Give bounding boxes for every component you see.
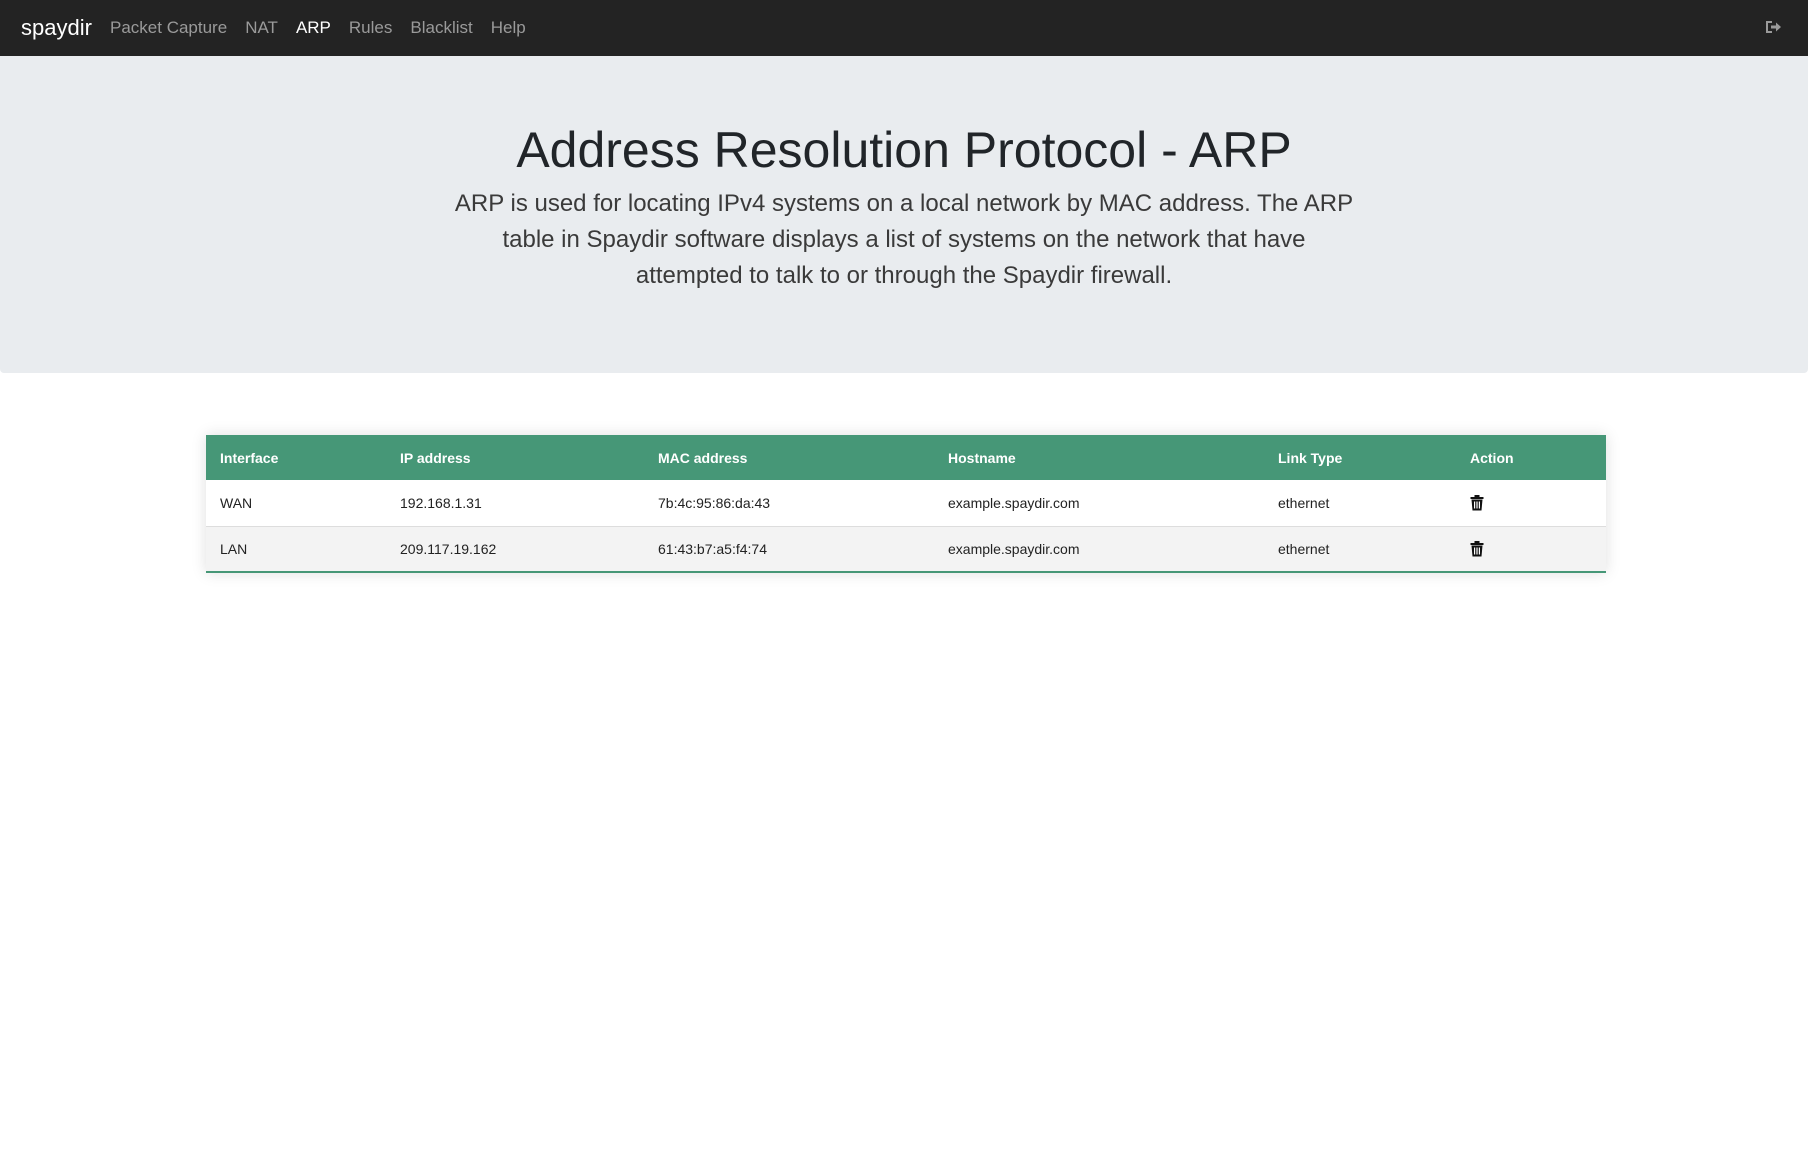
cell-link-type: ethernet <box>1278 540 1330 557</box>
nav-arp[interactable]: ARP <box>287 0 340 56</box>
cell-mac-address: 61:43:b7:a5:f4:74 <box>658 540 767 557</box>
column-header-mac-address: MAC address <box>658 449 748 466</box>
column-header-link-type: Link Type <box>1278 449 1343 466</box>
table-header-row: Interface IP address MAC address Hostnam… <box>206 435 1606 480</box>
column-header-hostname: Hostname <box>948 449 1016 466</box>
nav-links: Packet Capture NAT ARP Rules Blacklist H… <box>110 0 535 56</box>
arp-table: Interface IP address MAC address Hostnam… <box>206 435 1606 573</box>
column-header-interface: Interface <box>220 449 279 466</box>
cell-ip-address: 209.117.19.162 <box>400 540 497 557</box>
cell-link-type: ethernet <box>1278 494 1330 511</box>
nav-help[interactable]: Help <box>482 0 535 56</box>
cell-action <box>1456 480 1606 526</box>
nav-packet-capture[interactable]: Packet Capture <box>110 0 236 56</box>
trash-icon[interactable] <box>1470 495 1484 511</box>
nav-rules[interactable]: Rules <box>340 0 401 56</box>
brand-link[interactable]: spaydir <box>21 0 92 56</box>
arp-table-container: Interface IP address MAC address Hostnam… <box>206 435 1606 573</box>
cell-hostname: example.spaydir.com <box>948 540 1080 557</box>
page-title: Address Resolution Protocol - ARP <box>516 122 1292 178</box>
trash-icon[interactable] <box>1470 541 1484 557</box>
cell-interface: LAN <box>220 540 248 557</box>
top-navbar: spaydir Packet Capture NAT ARP Rules Bla… <box>0 0 1808 56</box>
nav-blacklist[interactable]: Blacklist <box>401 0 481 56</box>
column-header-action: Action <box>1470 449 1514 466</box>
nav-nat[interactable]: NAT <box>236 0 287 56</box>
cell-hostname: example.spaydir.com <box>948 494 1080 511</box>
sign-out-icon[interactable] <box>1764 18 1784 38</box>
cell-ip-address: 192.168.1.31 <box>400 494 482 511</box>
table-row: WAN 192.168.1.31 7b:4c:95:86:da:43 examp… <box>206 480 1606 526</box>
page-description: ARP is used for locating IPv4 systems on… <box>454 190 1354 289</box>
cell-interface: WAN <box>220 494 253 511</box>
column-header-ip-address: IP address <box>400 449 471 466</box>
jumbotron: Address Resolution Protocol - ARP ARP is… <box>0 56 1808 373</box>
table-row: LAN 209.117.19.162 61:43:b7:a5:f4:74 exa… <box>206 526 1606 572</box>
cell-mac-address: 7b:4c:95:86:da:43 <box>658 494 771 511</box>
cell-action <box>1456 526 1606 572</box>
